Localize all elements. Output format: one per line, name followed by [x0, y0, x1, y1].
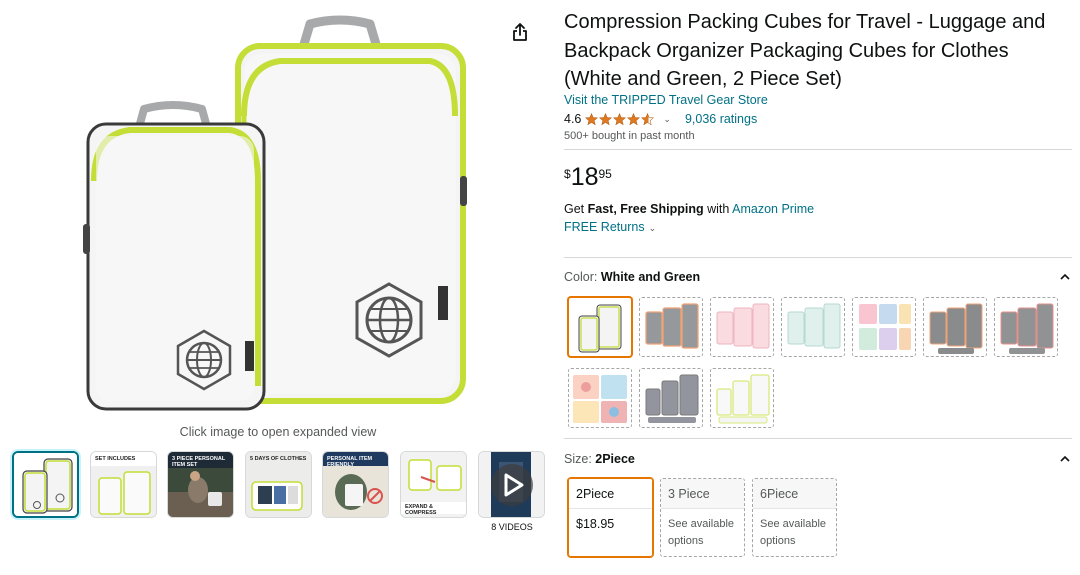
thumbnail-label: 3 PIECE PERSONAL ITEM SET [172, 456, 226, 468]
rating-value: 4.6 [564, 112, 582, 126]
packing-cubes-thumbnail [14, 453, 77, 516]
size-option-name: 3 Piece [661, 479, 744, 509]
price: $ 18 95 [564, 163, 612, 191]
price-fraction: 95 [598, 167, 612, 181]
videos-count-label: 8 VIDEOS [491, 522, 533, 532]
amazon-prime-link[interactable]: Amazon Prime [732, 202, 814, 216]
size-option-price: $18.95 [576, 517, 615, 531]
color-swatch-grey-red[interactable] [994, 297, 1058, 357]
star-rating[interactable] [585, 112, 655, 126]
thumbnail-6[interactable]: EXPAND & COMPRESS [400, 451, 467, 518]
color-swatch-orange-grey[interactable] [639, 297, 703, 357]
thumbnail-7-video[interactable] [478, 451, 545, 518]
expand-image-hint: Click image to open expanded view [179, 425, 377, 439]
shipping-info: Get Fast, Free Shipping with Amazon Prim… [564, 202, 814, 216]
thumbnail-4[interactable]: 5 DAYS OF CLOTHES [245, 451, 312, 518]
size-option-3piece[interactable]: 3 Piece See available options [660, 478, 745, 557]
size-option-name: 6Piece [753, 479, 836, 509]
shipping-middle: with [703, 202, 733, 216]
star-full-icon [613, 112, 627, 125]
size-option-availability: See available options [760, 518, 827, 547]
store-link[interactable]: Visit the TRIPPED Travel Gear Store [564, 93, 768, 107]
color-swatch-mint[interactable] [781, 297, 845, 357]
ratings-count-link[interactable]: 9,036 ratings [685, 112, 757, 126]
video-play-thumbnail [479, 452, 544, 517]
color-swatch-colorful[interactable] [852, 297, 916, 357]
chevron-up-icon [1060, 455, 1070, 462]
color-label: Color: [564, 270, 601, 284]
thumbnail-label: EXPAND & COMPRESS [405, 504, 437, 516]
free-returns[interactable]: FREE Returns ⌄ [564, 220, 670, 234]
rating-row: 4.6 ⌄ 9,036 ratings [564, 110, 757, 128]
packing-cubes-image [83, 15, 467, 411]
color-section-header[interactable]: Color: White and Green [564, 270, 1072, 284]
thumbnail-1[interactable] [12, 451, 79, 518]
star-full-icon [585, 112, 599, 125]
color-swatch-pink[interactable] [710, 297, 774, 357]
divider [564, 438, 1072, 439]
thumbnail-label: SET INCLUDES [95, 456, 136, 462]
thumbnail-label: 5 DAYS OF CLOTHES [250, 456, 307, 462]
size-option-2piece[interactable]: 2Piece $18.95 [568, 478, 653, 557]
chevron-down-icon: ⌄ [648, 223, 657, 233]
star-full-icon [599, 112, 613, 125]
thumbnail-5[interactable]: PERSONAL ITEM FRIENDLY [322, 451, 389, 518]
size-section-header[interactable]: Size: 2Piece [564, 452, 1072, 466]
color-swatch-dark-grey[interactable] [639, 368, 703, 428]
size-label: Size: [564, 452, 596, 466]
divider [564, 149, 1072, 150]
color-swatch-printed[interactable] [568, 368, 632, 428]
price-whole: 18 [570, 163, 599, 191]
color-swatch-grey-orange[interactable] [923, 297, 987, 357]
swatch-image [578, 304, 622, 353]
share-button[interactable] [508, 20, 532, 44]
size-option-name: 2Piece [569, 479, 652, 509]
star-full-icon [627, 112, 641, 125]
shipping-bold: Fast, Free Shipping [587, 202, 704, 216]
bought-past-month: 500+ bought in past month [564, 130, 695, 142]
color-swatch-white-green[interactable] [568, 297, 632, 357]
product-title: Compression Packing Cubes for Travel - L… [564, 11, 1046, 90]
star-half-icon [641, 112, 655, 125]
size-option-6piece[interactable]: 6Piece See available options [752, 478, 837, 557]
main-product-image[interactable] [40, 6, 510, 421]
thumbnail-2[interactable]: SET INCLUDES [90, 451, 157, 518]
color-swatch-light-green[interactable] [710, 368, 774, 428]
chevron-up-icon [1060, 273, 1070, 280]
thumbnail-3[interactable]: 3 PIECE PERSONAL ITEM SET [167, 451, 234, 518]
free-returns-label: FREE Returns [564, 220, 645, 234]
share-icon [513, 23, 527, 41]
color-value: White and Green [600, 270, 701, 284]
shipping-prefix: Get [564, 202, 588, 216]
price-symbol: $ [564, 167, 571, 181]
thumbnail-label: PERSONAL ITEM FRIENDLY [327, 456, 373, 468]
divider [564, 257, 1072, 258]
chevron-down-icon[interactable]: ⌄ [663, 114, 671, 125]
size-value: 2Piece [595, 452, 635, 466]
size-option-availability: See available options [668, 518, 735, 547]
